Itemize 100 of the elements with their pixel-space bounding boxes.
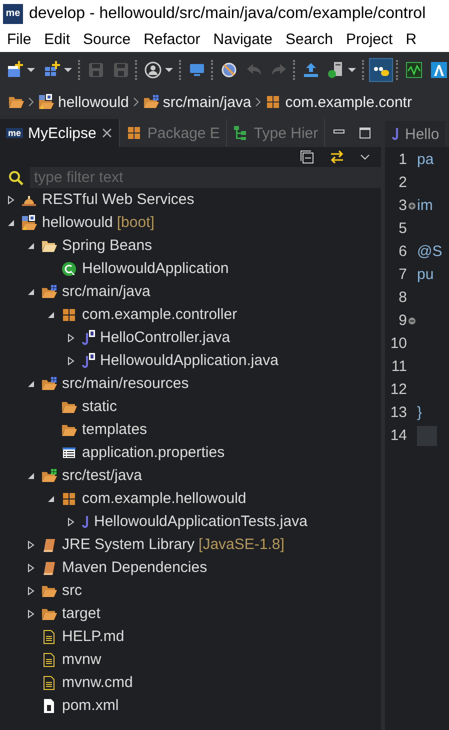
expand-arrow-icon[interactable] bbox=[26, 586, 36, 596]
tree-item[interactable]: static bbox=[82, 398, 118, 415]
new-icon[interactable] bbox=[6, 61, 24, 79]
tree-item[interactable]: HELP.md bbox=[62, 628, 124, 645]
hierarchy-icon bbox=[232, 125, 249, 141]
dropdown-caret-icon[interactable] bbox=[347, 65, 357, 75]
expand-arrow-icon[interactable] bbox=[26, 562, 36, 572]
menu-item[interactable]: R bbox=[406, 31, 417, 48]
collapse-arrow-icon[interactable] bbox=[26, 240, 36, 250]
menu-item[interactable]: Edit bbox=[44, 31, 70, 48]
line-number: 10 bbox=[389, 335, 407, 352]
editor-tab[interactable]: Hello bbox=[385, 121, 446, 147]
filter-field[interactable]: type filter text bbox=[30, 167, 381, 188]
new-class-icon[interactable] bbox=[43, 61, 61, 79]
dropdown-caret-icon[interactable] bbox=[26, 65, 36, 75]
source-folder-icon bbox=[41, 468, 57, 484]
user-icon[interactable] bbox=[144, 61, 162, 79]
java-file-icon bbox=[391, 127, 399, 141]
tree-item[interactable]: RESTful Web Services bbox=[42, 191, 194, 208]
chevron-icon bbox=[132, 97, 139, 107]
source-folder-icon bbox=[142, 94, 159, 110]
expand-arrow-icon[interactable] bbox=[66, 516, 76, 526]
text-file-icon bbox=[41, 674, 57, 690]
view-tab[interactable]: me MyEclipse bbox=[0, 119, 120, 147]
breadcrumb-item[interactable]: com.example.contr bbox=[285, 94, 412, 110]
breadcrumb-item[interactable]: src/main/java bbox=[162, 94, 252, 110]
tree-item[interactable]: target bbox=[62, 605, 100, 622]
java-file-icon bbox=[81, 330, 95, 346]
tree-item[interactable]: mvnw.cmd bbox=[62, 674, 133, 691]
package-icon bbox=[61, 490, 77, 506]
menu-item[interactable]: Project bbox=[346, 31, 393, 48]
expand-fold-icon[interactable] bbox=[408, 202, 416, 210]
collapse-all-icon[interactable] bbox=[299, 149, 315, 165]
code-text: pa bbox=[417, 151, 434, 168]
tree-item[interactable]: mvnw bbox=[62, 651, 102, 668]
source-folder-icon bbox=[41, 376, 57, 392]
source-folder-icon bbox=[41, 284, 57, 300]
toolbar-button[interactable] bbox=[142, 59, 176, 81]
toolbar-button[interactable] bbox=[325, 59, 359, 81]
library-icon bbox=[41, 560, 57, 576]
tree-item[interactable]: Spring Beans bbox=[62, 237, 152, 254]
text-file-icon bbox=[41, 652, 57, 668]
tree-item[interactable]: com.example.controller bbox=[82, 306, 238, 323]
tree-item[interactable]: src/test/java bbox=[62, 467, 142, 484]
expand-arrow-icon[interactable] bbox=[66, 332, 76, 342]
tree-item[interactable]: JRE System Library bbox=[62, 536, 195, 553]
collapse-arrow-icon[interactable] bbox=[6, 218, 16, 228]
tree-item-decoration: [JavaSE-1.8] bbox=[198, 536, 284, 553]
close-icon[interactable] bbox=[101, 127, 114, 139]
tree-item[interactable]: HellowouldApplication.java bbox=[100, 352, 278, 369]
tree-item[interactable]: src/main/java bbox=[62, 283, 150, 300]
collapse-fold-icon[interactable] bbox=[408, 316, 416, 324]
text-file-icon bbox=[41, 628, 57, 644]
tree-item[interactable]: src/main/resources bbox=[62, 375, 189, 392]
line-number: 5 bbox=[398, 220, 407, 237]
server-icon[interactable] bbox=[327, 61, 345, 79]
expand-arrow-icon[interactable] bbox=[66, 356, 76, 366]
collapse-arrow-icon[interactable] bbox=[26, 378, 36, 388]
collapse-arrow-icon[interactable] bbox=[46, 494, 56, 504]
tree-item[interactable]: application.properties bbox=[82, 444, 225, 461]
properties-file-icon bbox=[61, 444, 77, 460]
code-text: pu bbox=[417, 266, 434, 283]
collapse-arrow-icon[interactable] bbox=[26, 470, 36, 480]
line-number: 7 bbox=[398, 266, 407, 283]
line-number: 13 bbox=[389, 404, 407, 421]
tree-item[interactable]: com.example.hellowould bbox=[82, 490, 246, 507]
expand-arrow-icon[interactable] bbox=[6, 194, 16, 204]
java-file-icon bbox=[81, 352, 95, 368]
folder-icon bbox=[8, 94, 24, 110]
maximize-icon[interactable] bbox=[359, 127, 371, 139]
code-text: @S bbox=[417, 243, 442, 260]
collapse-arrow-icon[interactable] bbox=[26, 286, 36, 296]
tree-item[interactable]: pom.xml bbox=[62, 697, 119, 714]
dropdown-caret-icon[interactable] bbox=[164, 65, 174, 75]
tree-item[interactable]: src bbox=[62, 582, 82, 599]
menu-item[interactable]: Search bbox=[285, 31, 333, 48]
menu-item[interactable]: File bbox=[7, 31, 32, 48]
line-number: 11 bbox=[390, 358, 407, 375]
search-icon bbox=[8, 170, 24, 186]
tree-item[interactable]: HelloController.java bbox=[100, 329, 230, 346]
tree-item[interactable]: hellowould bbox=[42, 214, 113, 231]
menu-item[interactable]: Refactor bbox=[144, 31, 200, 48]
menu-item[interactable]: Source bbox=[83, 31, 131, 48]
tree-item[interactable]: HellowouldApplicationTests.java bbox=[94, 513, 308, 530]
expand-arrow-icon[interactable] bbox=[26, 540, 36, 550]
breadcrumb-item[interactable]: hellowould bbox=[58, 94, 129, 110]
menu-item[interactable]: Navigate bbox=[213, 31, 272, 48]
code-text: im bbox=[417, 197, 433, 214]
tree-item-decoration: [boot] bbox=[116, 214, 154, 231]
tree-item[interactable]: Maven Dependencies bbox=[62, 559, 208, 576]
expand-arrow-icon[interactable] bbox=[26, 608, 36, 618]
dropdown-caret-icon[interactable] bbox=[63, 65, 73, 75]
spring-class-icon bbox=[61, 260, 77, 276]
tree-item[interactable]: HellowouldApplication bbox=[82, 260, 229, 277]
collapse-arrow-icon[interactable] bbox=[46, 310, 56, 320]
library-icon bbox=[41, 536, 57, 552]
line-number: 3 bbox=[398, 197, 407, 214]
link-editor-icon[interactable] bbox=[329, 149, 345, 165]
line-number: 14 bbox=[389, 427, 407, 444]
tree-item[interactable]: templates bbox=[82, 421, 148, 438]
